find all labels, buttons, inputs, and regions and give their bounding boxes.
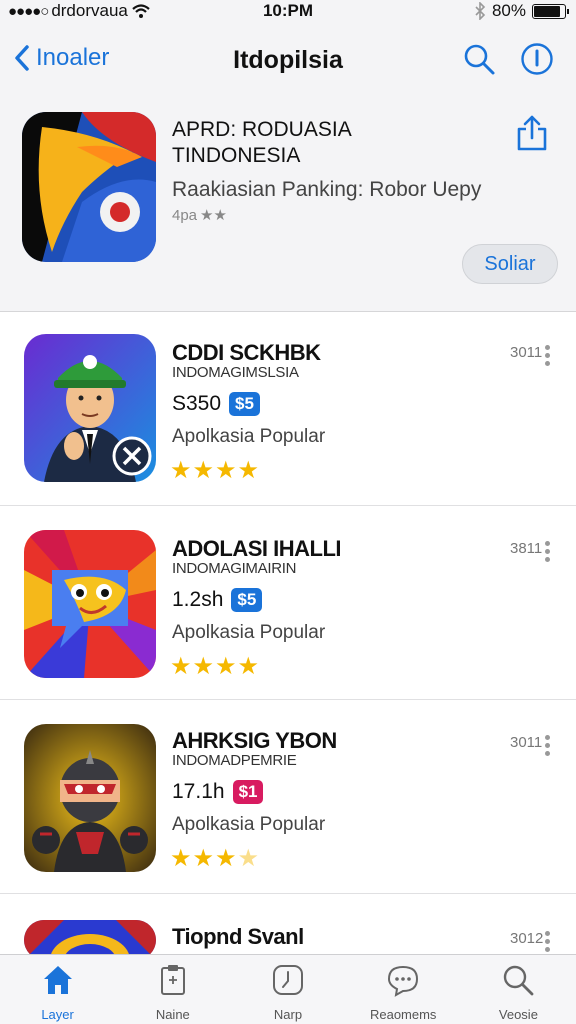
star-icon: ★ — [170, 457, 193, 484]
star-icon: ★ — [192, 653, 216, 680]
star-rating: ★★★★★ — [170, 652, 283, 681]
tab-veosie[interactable]: Veosie — [461, 955, 576, 1024]
star-icon: ★ — [237, 457, 261, 484]
star-icon: ★ — [215, 653, 238, 680]
star-icon: ★ — [170, 845, 193, 872]
app-size-value: 17.1h — [172, 780, 225, 803]
app-list-item[interactable]: AHRKSIG YBON INDOMADPEMRIE 17.1h $1 Apol… — [0, 700, 576, 894]
info-icon[interactable] — [520, 42, 554, 76]
app-name: Tiopnd Svanl — [172, 924, 304, 949]
app-developer: INDOMAGIMAIRIN — [172, 560, 297, 577]
tab-layer[interactable]: Layer — [0, 955, 115, 1024]
tab-reaomems[interactable]: Reaomems — [346, 955, 461, 1024]
star-icon: ★ — [260, 653, 283, 680]
app-number: 3011 — [510, 344, 543, 361]
featured-title-line2: TINDONESIA — [172, 144, 301, 167]
app-number: 3011 — [510, 734, 543, 751]
app-category: Apolkasia Popular — [172, 814, 326, 835]
star-icon: ★ — [192, 845, 216, 872]
share-icon[interactable] — [514, 114, 550, 152]
app-size: 1.2sh $5 — [172, 588, 263, 612]
app-developer: INDOMAGIMSLSIA — [172, 364, 299, 381]
star-icon: ★ — [260, 845, 283, 872]
star-icon: ★ — [237, 653, 261, 680]
price-badge: $5 — [229, 392, 260, 416]
home-icon — [43, 966, 72, 994]
app-list-item[interactable]: ADOLASI IHALLI INDOMAGIMAIRIN 1.2sh $5 A… — [0, 506, 576, 700]
app-size-value: S350 — [172, 392, 222, 415]
app-name: CDDI SCKHBK — [172, 340, 321, 365]
featured-app-card[interactable]: APRD: RODUASIA TINDONESIA Raakiasian Pan… — [0, 96, 576, 312]
app-icon — [24, 334, 156, 482]
bluetooth-icon — [475, 2, 486, 20]
star-icon: ★ — [260, 457, 283, 484]
star-rating: ★★★★★ — [170, 456, 283, 485]
app-developer: INDOMADPEMRIE — [172, 752, 297, 769]
more-options-icon[interactable] — [540, 928, 554, 954]
tab-label: Reaomems — [369, 1007, 437, 1022]
clock-icon — [273, 965, 303, 995]
navigation-bar: Inoaler Itdopilsia — [0, 24, 576, 96]
search-icon — [504, 965, 534, 996]
star-icon: ★ — [170, 653, 193, 680]
star-rating: ★★★★★ — [170, 844, 283, 873]
app-number: 3811 — [510, 540, 543, 557]
tab-label: Veosie — [498, 1007, 538, 1022]
star-icon: ★ — [215, 845, 238, 872]
more-options-icon[interactable] — [540, 538, 554, 568]
star-icon: ★ — [215, 457, 238, 484]
featured-app-icon — [22, 112, 156, 262]
get-button[interactable]: Soliar — [462, 244, 558, 284]
star-icon: ★ — [237, 845, 261, 872]
tab-label: Narp — [273, 1007, 303, 1022]
tab-label: Layer — [41, 1007, 74, 1022]
featured-rating: 4pa ★★ — [172, 207, 227, 224]
tab-narp[interactable]: Narp — [230, 955, 345, 1024]
star-icon: ★ — [192, 457, 216, 484]
app-size: 17.1h $1 — [172, 780, 264, 804]
app-category: Apolkasia Popular — [172, 622, 326, 643]
document-icon — [160, 965, 185, 995]
tab-naine[interactable]: Naine — [115, 955, 230, 1024]
status-bar: ●●●●○ drdorvaua 10:PM 80% — [0, 0, 576, 24]
app-size-value: 1.2sh — [172, 588, 224, 611]
app-size: S350 $5 — [172, 392, 260, 416]
app-name: AHRKSIG YBON — [172, 728, 337, 753]
tab-label: Naine — [155, 1007, 190, 1022]
battery-icon — [532, 3, 569, 19]
battery-percent: 80% — [491, 1, 526, 20]
price-badge: $1 — [232, 780, 264, 804]
featured-subtitle: Raakiasian Panking: Robor Uepy — [172, 178, 482, 201]
tab-bar: Layer Naine Narp Reaomems Veosie — [0, 954, 576, 1024]
app-icon — [24, 530, 156, 678]
more-options-icon[interactable] — [540, 342, 554, 372]
app-number: 3012 — [510, 930, 544, 947]
featured-title-line1: APRD: RODUASIA — [172, 118, 352, 141]
app-list-item[interactable]: CDDI SCKHBK INDOMAGIMSLSIA S350 $5 Apolk… — [0, 312, 576, 506]
search-icon[interactable] — [462, 42, 496, 76]
app-name: ADOLASI IHALLI — [172, 536, 342, 561]
chat-icon — [388, 965, 419, 997]
app-category: Apolkasia Popular — [172, 426, 326, 447]
app-icon — [24, 724, 156, 872]
price-badge: $5 — [231, 588, 263, 612]
status-right: 80% — [474, 1, 569, 21]
app-list-item[interactable]: Tiopnd Svanl 3012 — [0, 894, 576, 960]
more-options-icon[interactable] — [540, 732, 554, 762]
